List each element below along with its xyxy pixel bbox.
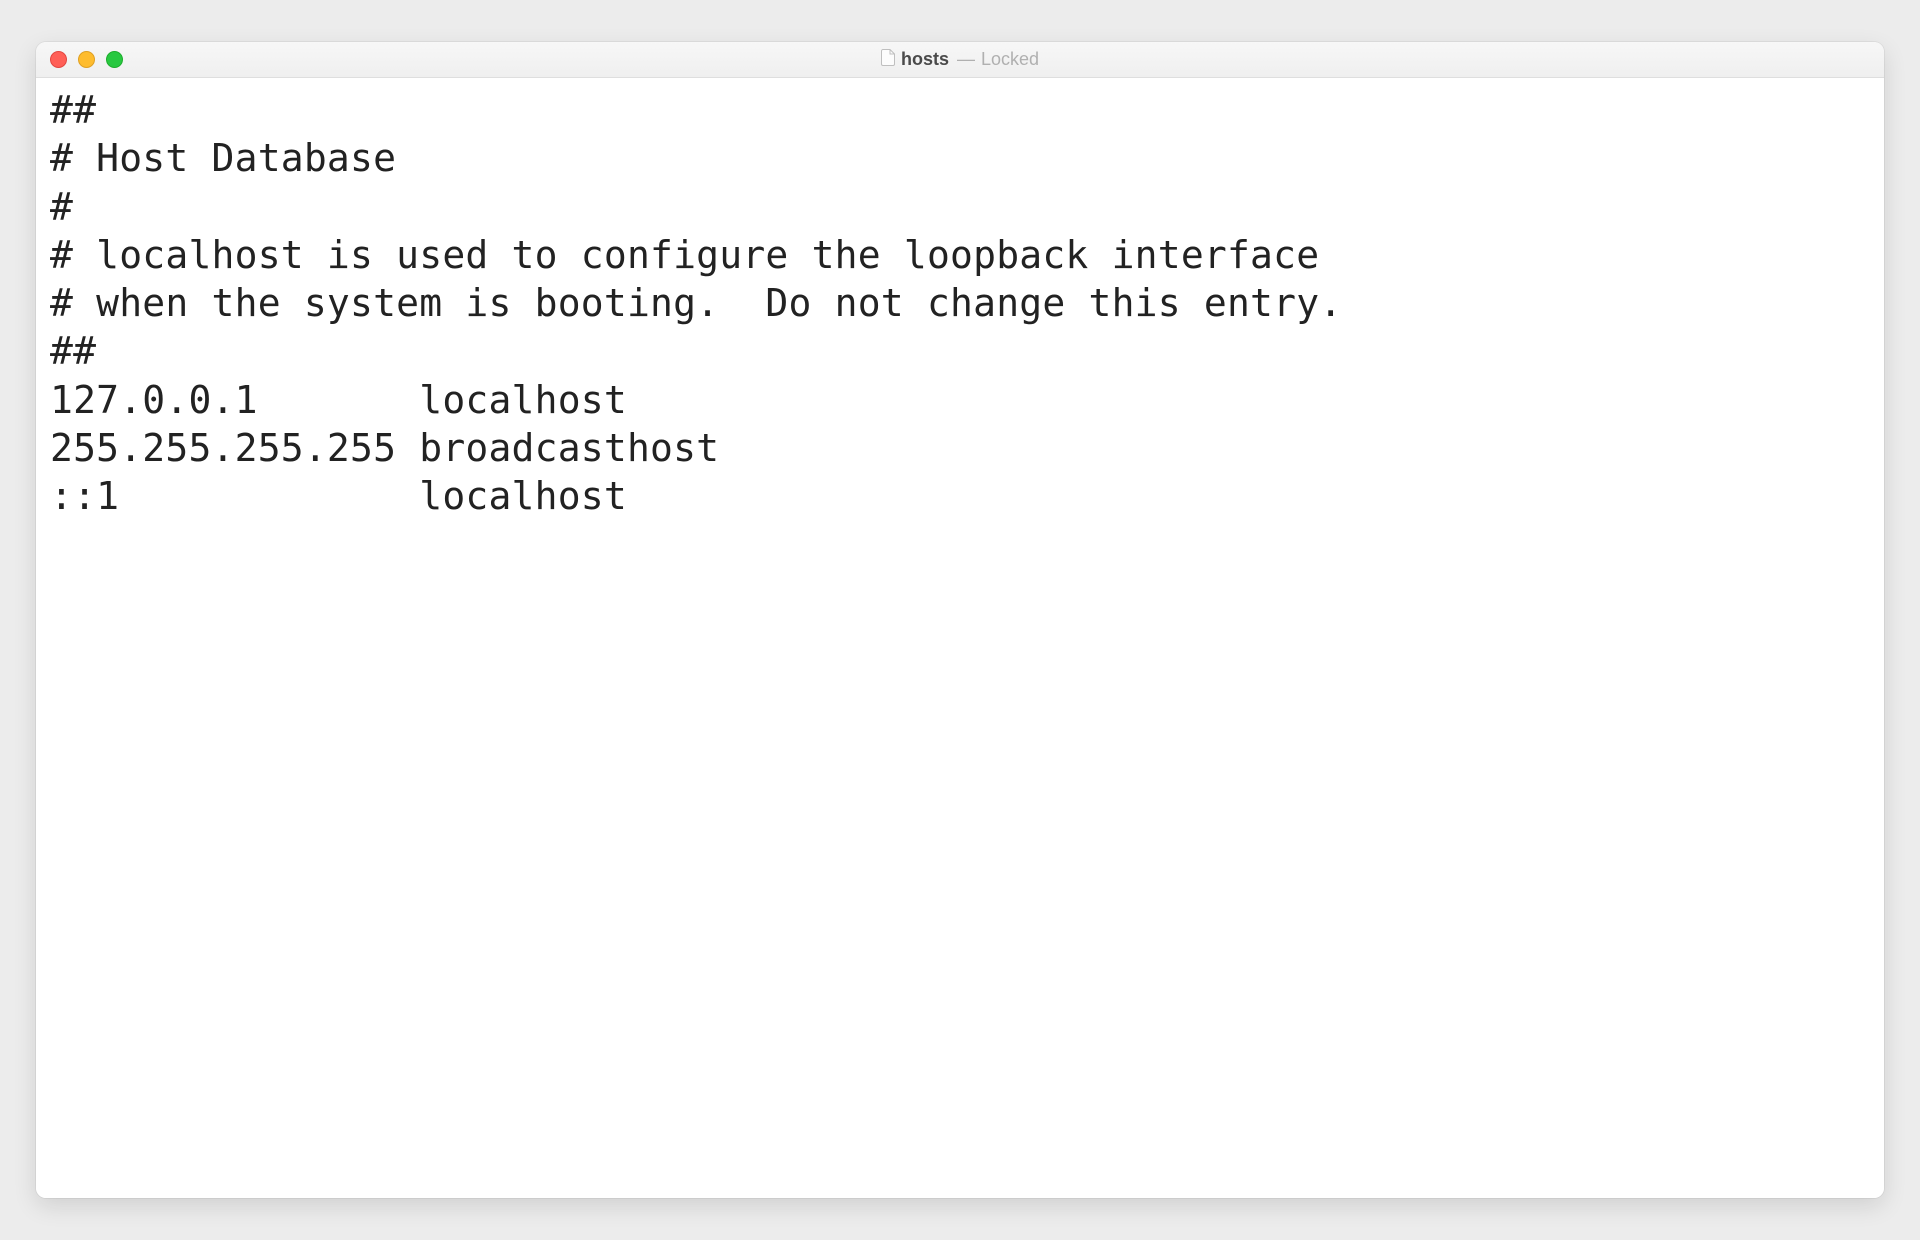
zoom-button[interactable] — [106, 51, 123, 68]
close-button[interactable] — [50, 51, 67, 68]
minimize-button[interactable] — [78, 51, 95, 68]
window-title: hosts — Locked — [36, 49, 1884, 71]
title-separator: — — [957, 49, 975, 70]
traffic-lights — [50, 51, 123, 68]
textedit-window: hosts — Locked ## # Host Database # # lo… — [36, 42, 1884, 1198]
locked-label: Locked — [981, 49, 1039, 70]
filename-label: hosts — [901, 49, 949, 70]
window-titlebar[interactable]: hosts — Locked — [36, 42, 1884, 78]
document-icon — [881, 49, 895, 71]
text-editor-content[interactable]: ## # Host Database # # localhost is used… — [36, 78, 1884, 1198]
